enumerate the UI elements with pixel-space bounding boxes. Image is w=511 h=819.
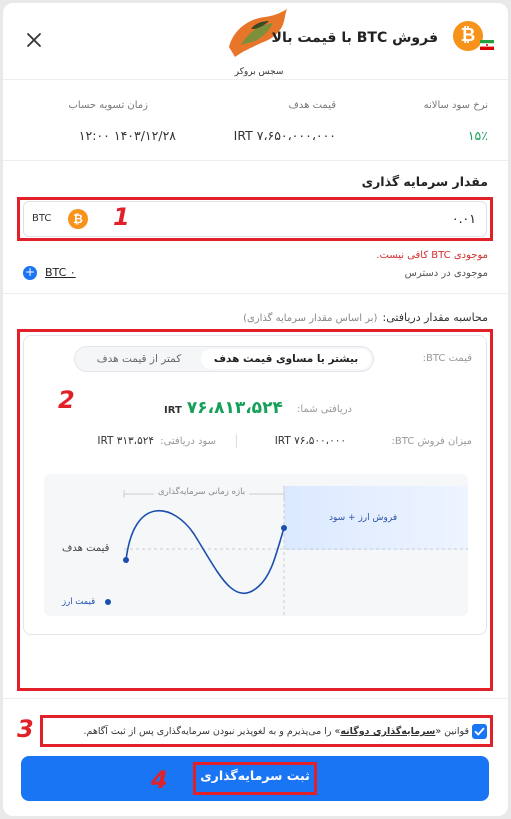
period-label: بازه زمانی سرمایه‌گذاری — [154, 487, 250, 497]
footer-divider — [3, 698, 508, 699]
received-label: دریافتی شما: — [297, 404, 352, 415]
target-price-label: قیمت هدف — [288, 100, 336, 111]
curve-end-dot — [281, 525, 287, 531]
price-graph: بازه زمانی سرمایه‌گذاری فروش ارز + سود ق… — [44, 474, 468, 616]
terms-prefix: قوانین « — [435, 726, 469, 737]
currency-price-legend: قیمت ارز — [62, 597, 96, 607]
header-divider — [3, 79, 508, 80]
terms-suffix: » را می‌پذیرم و به لغوپذیر نبودن سرمایه‌… — [83, 726, 341, 737]
profit-label: سود دریافتی: — [160, 436, 216, 447]
calc-title: محاسبه مقدار دریافتی: — [382, 311, 488, 324]
annual-rate-label: نرخ سود سالانه — [423, 100, 488, 111]
calc-header: محاسبه مقدار دریافتی: (بر اساس مقدار سرم… — [243, 306, 488, 325]
price-curve — [125, 510, 285, 594]
submit-label: ثبت سرمایه‌گذاری — [200, 768, 310, 783]
page-title: فروش BTC با قیمت بالا — [271, 30, 438, 46]
terms-checkbox[interactable] — [472, 724, 487, 739]
iran-flag-icon — [480, 40, 494, 50]
logo-text: سجس بروکر — [234, 67, 284, 77]
section-divider — [3, 293, 508, 294]
currency-label: BTC — [32, 213, 52, 224]
option-below-target[interactable]: کمتر از قیمت هدف — [79, 349, 199, 369]
available-balance-value[interactable]: BTC ۰ — [45, 266, 76, 279]
btc-coin-icon-small: ₿ — [68, 209, 88, 229]
received-amount: IRT ۷۶،۸۱۳،۵۲۴ — [164, 398, 283, 418]
amount-input[interactable]: ۰.۰۱ BTC ₿ 1 — [23, 201, 487, 237]
terms-text: قوانین «سرمایه‌گذاری دوگانه» را می‌پذیرم… — [47, 722, 470, 742]
profit-value: ۳۱۳،۵۲۴ IRT — [97, 435, 154, 447]
available-balance-label: موجودی در دسترس — [404, 268, 488, 279]
investment-title: مقدار سرمایه گذاری — [361, 174, 488, 189]
stats-divider — [3, 160, 508, 161]
sell-label: فروش ارز + سود — [329, 513, 398, 523]
investment-modal: سجس بروکر فروش BTC با قیمت بالا ₿ نرخ سو… — [3, 3, 508, 816]
target-price-graph-label: قیمت هدف — [62, 543, 110, 554]
settlement-time-value: ۱۴۰۳/۱۲/۲۸ ۱۲:۰۰ — [78, 128, 176, 143]
calc-card: قیمت BTC: بیشتر یا مساوی قیمت هدف کمتر ا… — [23, 335, 487, 635]
calc-subtitle: (بر اساس مقدار سرمایه گذاری) — [243, 313, 378, 324]
balance-error: موجودی BTC کافی نیست. — [376, 250, 488, 261]
terms-link[interactable]: سرمایه‌گذاری دوگانه — [340, 726, 435, 737]
legend-dot — [105, 599, 111, 605]
amount-value: ۰.۰۱ — [451, 211, 476, 226]
annotation-number-2: 2 — [58, 386, 75, 414]
received-value: ۷۶،۸۱۳،۵۲۴ — [186, 398, 283, 418]
settlement-time-label: زمان تسویه حساب — [68, 100, 148, 111]
price-toggle: بیشتر یا مساوی قیمت هدف کمتر از قیمت هدف — [74, 346, 374, 372]
close-icon[interactable] — [25, 31, 43, 49]
btc-coin-icon: ₿ — [453, 21, 483, 51]
metric-divider — [236, 434, 237, 448]
sale-value: ۷۶،۵۰۰،۰۰۰ IRT — [274, 435, 346, 447]
received-unit: IRT — [164, 405, 182, 416]
sale-label: میزان فروش BTC: — [391, 436, 472, 447]
checkmark-icon — [474, 727, 485, 736]
btc-price-label: قیمت BTC: — [422, 353, 472, 364]
annotation-number-3: 3 — [17, 715, 34, 743]
curve-start-dot — [123, 557, 129, 563]
annotation-number-4: 4 — [151, 766, 168, 794]
annual-rate-value: ۱۵٪ — [467, 128, 488, 143]
add-balance-icon[interactable]: + — [23, 266, 37, 280]
option-above-target[interactable]: بیشتر یا مساوی قیمت هدف — [201, 349, 371, 369]
submit-investment-button[interactable]: ثبت سرمایه‌گذاری 4 — [21, 756, 489, 801]
annotation-number-1: 1 — [113, 203, 130, 231]
target-price-value: ۷،۶۵۰،۰۰۰،۰۰۰ IRT — [233, 128, 336, 143]
